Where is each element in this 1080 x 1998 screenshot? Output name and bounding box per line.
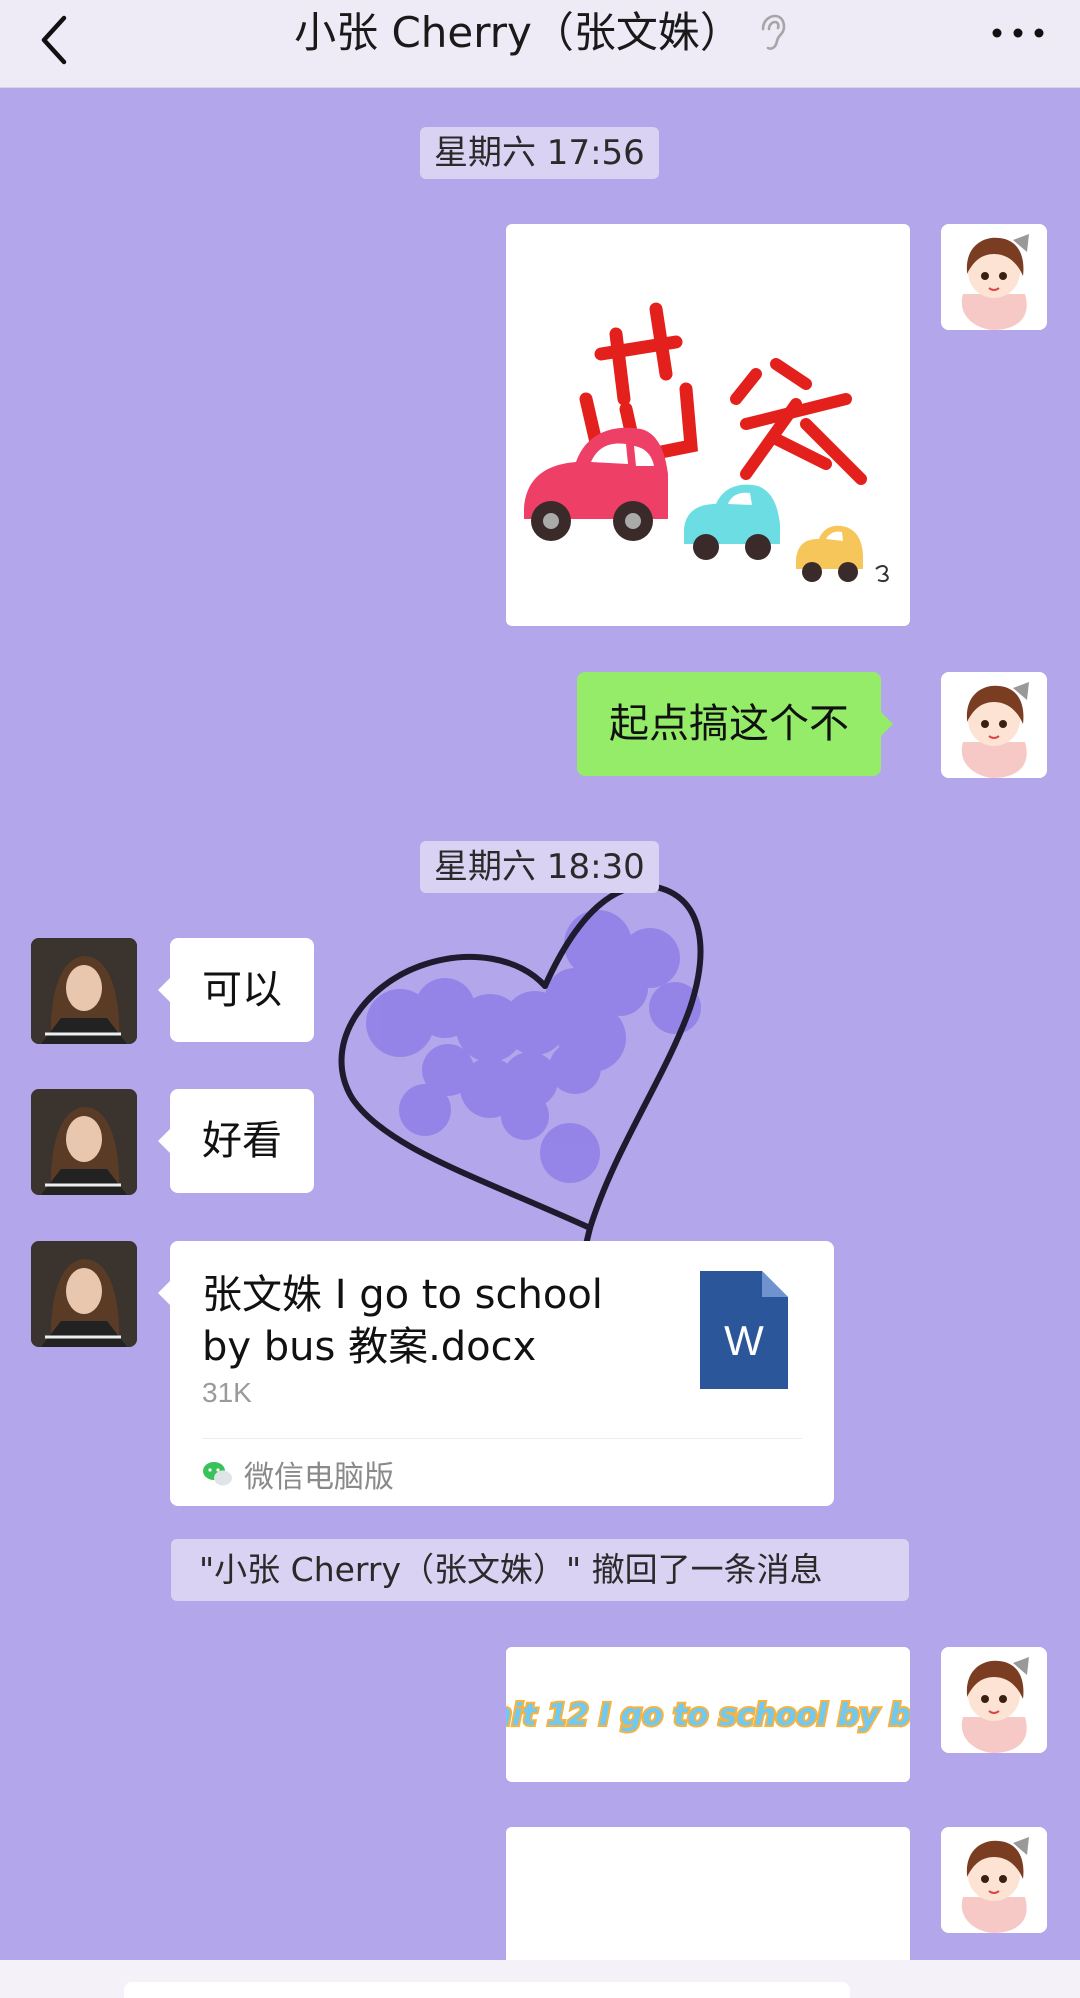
word-document-icon: W xyxy=(700,1271,788,1389)
my-avatar[interactable] xyxy=(941,224,1047,330)
wechat-icon xyxy=(203,1462,232,1486)
file-source: 微信电脑版 xyxy=(202,1449,394,1499)
timestamp: 星期六 17:56 xyxy=(420,127,659,179)
file-source-label: 微信电脑版 xyxy=(244,1460,394,1495)
my-avatar[interactable] xyxy=(941,1827,1047,1933)
chat-area[interactable]: 星期六 17:56 起点搞这个不 星期六 18:30 可以 好看 张文姝 I g… xyxy=(0,88,1080,1960)
cartoon-girl-avatar xyxy=(941,1647,1047,1753)
timestamp: 星期六 18:30 xyxy=(420,841,659,893)
my-text-bubble[interactable]: 起点搞这个不 xyxy=(577,672,893,776)
bubble-tail xyxy=(158,978,170,1002)
woman-photo-avatar xyxy=(31,1089,137,1195)
doc-icon-letter: W xyxy=(724,1317,764,1364)
unit12-title-image: Unit 12 I go to school by bus xyxy=(506,1647,910,1782)
contact-avatar[interactable] xyxy=(31,938,137,1044)
message-text: 起点搞这个不 xyxy=(609,701,849,747)
message-text: 可以 xyxy=(202,967,282,1013)
contact-text-bubble[interactable]: 好看 xyxy=(158,1089,314,1193)
my-avatar[interactable] xyxy=(941,672,1047,778)
contact-avatar[interactable] xyxy=(31,1241,137,1347)
more-dots-icon[interactable] xyxy=(992,28,1044,38)
earpiece-mode-icon xyxy=(761,14,786,50)
file-name: 张文姝 I go to school by bus 教案.docx xyxy=(202,1272,603,1370)
file-size: 31K xyxy=(202,1377,252,1408)
cartoon-girl-avatar xyxy=(941,224,1047,330)
sticker-message[interactable] xyxy=(506,224,910,626)
input-bar xyxy=(0,1960,1080,1998)
bubble-tail xyxy=(881,712,893,736)
partial-image xyxy=(506,1827,910,1960)
message-input[interactable] xyxy=(124,1982,850,1998)
chat-title: 小张 Cherry（张文姝） xyxy=(294,8,742,57)
contact-avatar[interactable] xyxy=(31,1089,137,1195)
bubble-tail xyxy=(158,1129,170,1153)
divider xyxy=(202,1438,802,1439)
woman-photo-avatar xyxy=(31,1241,137,1347)
image-message[interactable]: Unit 12 I go to school by bus xyxy=(506,1647,910,1782)
file-message-card[interactable]: 张文姝 I go to school by bus 教案.docx 31K W … xyxy=(158,1241,834,1506)
message-text: 好看 xyxy=(202,1118,282,1164)
banner-text: Unit 12 I go to school by bus xyxy=(506,1698,910,1733)
recall-notice: "小张 Cherry（张文姝）" 撤回了一条消息 xyxy=(171,1539,909,1601)
woman-photo-avatar xyxy=(31,938,137,1044)
contact-text-bubble[interactable]: 可以 xyxy=(158,938,314,1042)
image-message[interactable] xyxy=(506,1827,910,1960)
my-avatar[interactable] xyxy=(941,1647,1047,1753)
car-sticker-image xyxy=(524,302,889,583)
cartoon-girl-avatar xyxy=(941,1827,1047,1933)
cartoon-girl-avatar xyxy=(941,672,1047,778)
chat-header: 小张 Cherry（张文姝） xyxy=(0,0,1080,88)
bubble-tail xyxy=(158,1281,170,1305)
